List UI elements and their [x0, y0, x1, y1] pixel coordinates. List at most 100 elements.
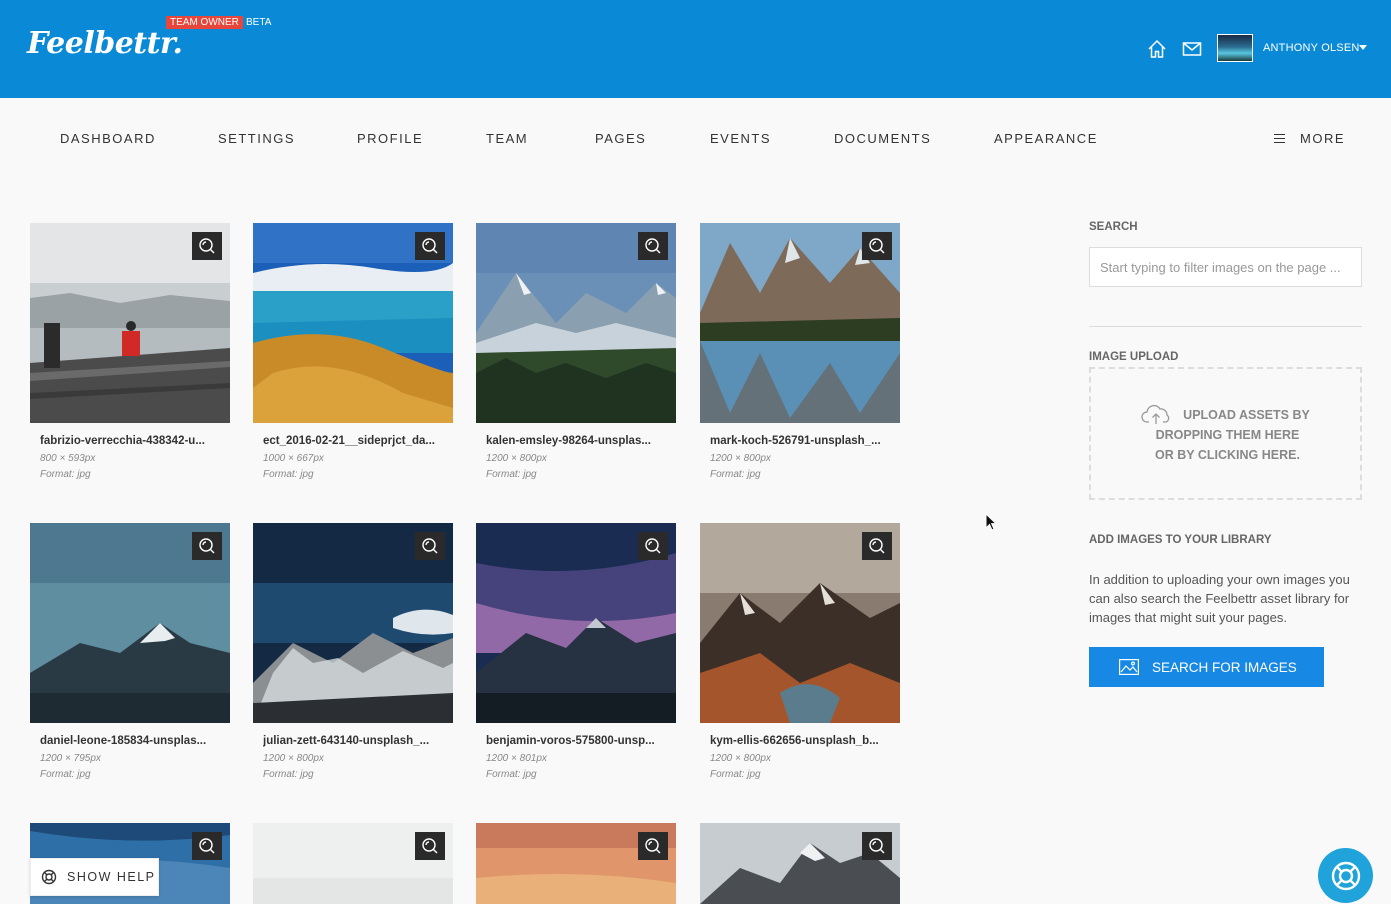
- image-icon: [1119, 659, 1139, 675]
- nav-item-appearance[interactable]: APPEARANCE: [994, 131, 1098, 146]
- upload-instructions: UPLOAD ASSETS BY DROPPING THEM HERE OR B…: [1091, 405, 1364, 465]
- nav-more-label: MORE: [1300, 131, 1345, 146]
- image-thumbnail[interactable]: [253, 223, 453, 423]
- lifebuoy-icon: [41, 869, 57, 885]
- image-thumbnail[interactable]: [476, 223, 676, 423]
- top-header: Feelbettr. TEAM OWNER BETA ANTHONY OLSEN: [0, 0, 1391, 98]
- user-menu-name[interactable]: ANTHONY OLSEN: [1263, 42, 1360, 54]
- image-dimensions: 1000 × 667px: [263, 453, 324, 464]
- mouse-cursor-icon: [985, 513, 998, 531]
- image-dimensions: 1200 × 800px: [486, 453, 547, 464]
- nav-item-pages[interactable]: PAGES: [595, 131, 646, 146]
- image-format: Format: jpg: [486, 769, 537, 780]
- image-format: Format: jpg: [263, 769, 314, 780]
- image-thumbnail[interactable]: [700, 223, 900, 423]
- image-thumbnail[interactable]: [253, 823, 453, 904]
- search-for-images-button[interactable]: SEARCH FOR IMAGES: [1089, 647, 1324, 687]
- image-thumbnail[interactable]: [253, 523, 453, 723]
- search-icon: [645, 238, 661, 254]
- image-format: Format: jpg: [486, 469, 537, 480]
- zoom-button[interactable]: [415, 832, 445, 860]
- beta-badge: BETA: [246, 17, 272, 28]
- image-format: Format: jpg: [263, 469, 314, 480]
- image-filename: daniel-leone-185834-unsplas...: [40, 735, 207, 747]
- mail-icon[interactable]: [1181, 38, 1203, 60]
- search-icon: [422, 538, 438, 554]
- image-filename: benjamin-voros-575800-unsp...: [486, 735, 655, 747]
- upload-line-2: DROPPING THEM HERE: [1155, 428, 1300, 442]
- nav-item-profile[interactable]: PROFILE: [357, 131, 423, 146]
- zoom-button[interactable]: [415, 532, 445, 560]
- zoom-button[interactable]: [192, 232, 222, 260]
- image-thumbnail[interactable]: [30, 223, 230, 423]
- upload-line-3: OR BY CLICKING HERE.: [1155, 448, 1300, 462]
- search-for-images-label: SEARCH FOR IMAGES: [1152, 659, 1297, 675]
- main-nav: [0, 98, 1391, 176]
- search-icon: [869, 838, 885, 854]
- search-icon: [422, 238, 438, 254]
- search-icon: [199, 838, 215, 854]
- upload-dropzone[interactable]: UPLOAD ASSETS BY DROPPING THEM HERE OR B…: [1089, 367, 1362, 500]
- image-filename: kalen-emsley-98264-unsplas...: [486, 435, 651, 447]
- image-filename: kym-ellis-662656-unsplash_b...: [710, 735, 879, 747]
- nav-item-dashboard[interactable]: DASHBOARD: [60, 131, 156, 146]
- zoom-button[interactable]: [638, 832, 668, 860]
- image-format: Format: jpg: [710, 469, 761, 480]
- show-help-button[interactable]: SHOW HELP: [30, 858, 159, 896]
- zoom-button[interactable]: [862, 232, 892, 260]
- image-thumbnail[interactable]: [476, 823, 676, 904]
- search-label: SEARCH: [1089, 221, 1138, 233]
- image-dimensions: 1200 × 795px: [40, 753, 101, 764]
- nav-item-settings[interactable]: SETTINGS: [218, 131, 295, 146]
- divider: [1089, 326, 1362, 327]
- lifebuoy-icon: [1331, 861, 1360, 890]
- zoom-button[interactable]: [638, 532, 668, 560]
- search-icon: [199, 538, 215, 554]
- nav-item-events[interactable]: EVENTS: [710, 131, 771, 146]
- zoom-button[interactable]: [638, 232, 668, 260]
- image-filename: ect_2016-02-21__sideprjct_da...: [263, 435, 435, 447]
- image-thumbnail[interactable]: [476, 523, 676, 723]
- search-input[interactable]: [1089, 247, 1362, 287]
- image-dimensions: 1200 × 801px: [486, 753, 547, 764]
- nav-item-team[interactable]: TEAM: [486, 131, 528, 146]
- image-dimensions: 1200 × 800px: [263, 753, 324, 764]
- zoom-button[interactable]: [192, 832, 222, 860]
- image-thumbnail[interactable]: [700, 523, 900, 723]
- search-icon: [199, 238, 215, 254]
- image-format: Format: jpg: [40, 769, 91, 780]
- add-library-label: ADD IMAGES TO YOUR LIBRARY: [1089, 534, 1272, 546]
- hamburger-icon: [1274, 134, 1285, 143]
- search-icon: [422, 838, 438, 854]
- home-icon[interactable]: [1146, 38, 1168, 60]
- upload-line-1: UPLOAD ASSETS BY: [1183, 408, 1310, 422]
- avatar[interactable]: [1217, 34, 1253, 62]
- zoom-button[interactable]: [862, 832, 892, 860]
- image-format: Format: jpg: [710, 769, 761, 780]
- image-filename: julian-zett-643140-unsplash_...: [263, 735, 430, 747]
- zoom-button[interactable]: [192, 532, 222, 560]
- app-logo[interactable]: Feelbettr.: [27, 26, 183, 61]
- search-icon: [645, 838, 661, 854]
- library-description: In addition to uploading your own images…: [1089, 572, 1350, 625]
- image-filename: mark-koch-526791-unsplash_...: [710, 435, 881, 447]
- nav-more-button[interactable]: MORE: [1274, 131, 1345, 146]
- nav-item-documents[interactable]: DOCUMENTS: [834, 131, 931, 146]
- search-icon: [645, 538, 661, 554]
- chevron-down-icon[interactable]: [1359, 45, 1367, 50]
- search-icon: [869, 238, 885, 254]
- image-dimensions: 800 × 593px: [40, 453, 96, 464]
- search-icon: [869, 538, 885, 554]
- image-upload-label: IMAGE UPLOAD: [1089, 351, 1179, 363]
- image-filename: fabrizio-verrecchia-438342-u...: [40, 435, 205, 447]
- image-dimensions: 1200 × 800px: [710, 753, 771, 764]
- zoom-button[interactable]: [415, 232, 445, 260]
- image-dimensions: 1200 × 800px: [710, 453, 771, 464]
- show-help-label: SHOW HELP: [67, 870, 156, 884]
- image-thumbnail[interactable]: [700, 823, 900, 904]
- image-format: Format: jpg: [40, 469, 91, 480]
- zoom-button[interactable]: [862, 532, 892, 560]
- team-owner-badge: TEAM OWNER: [166, 16, 243, 29]
- support-chat-button[interactable]: [1318, 848, 1373, 903]
- image-thumbnail[interactable]: [30, 523, 230, 723]
